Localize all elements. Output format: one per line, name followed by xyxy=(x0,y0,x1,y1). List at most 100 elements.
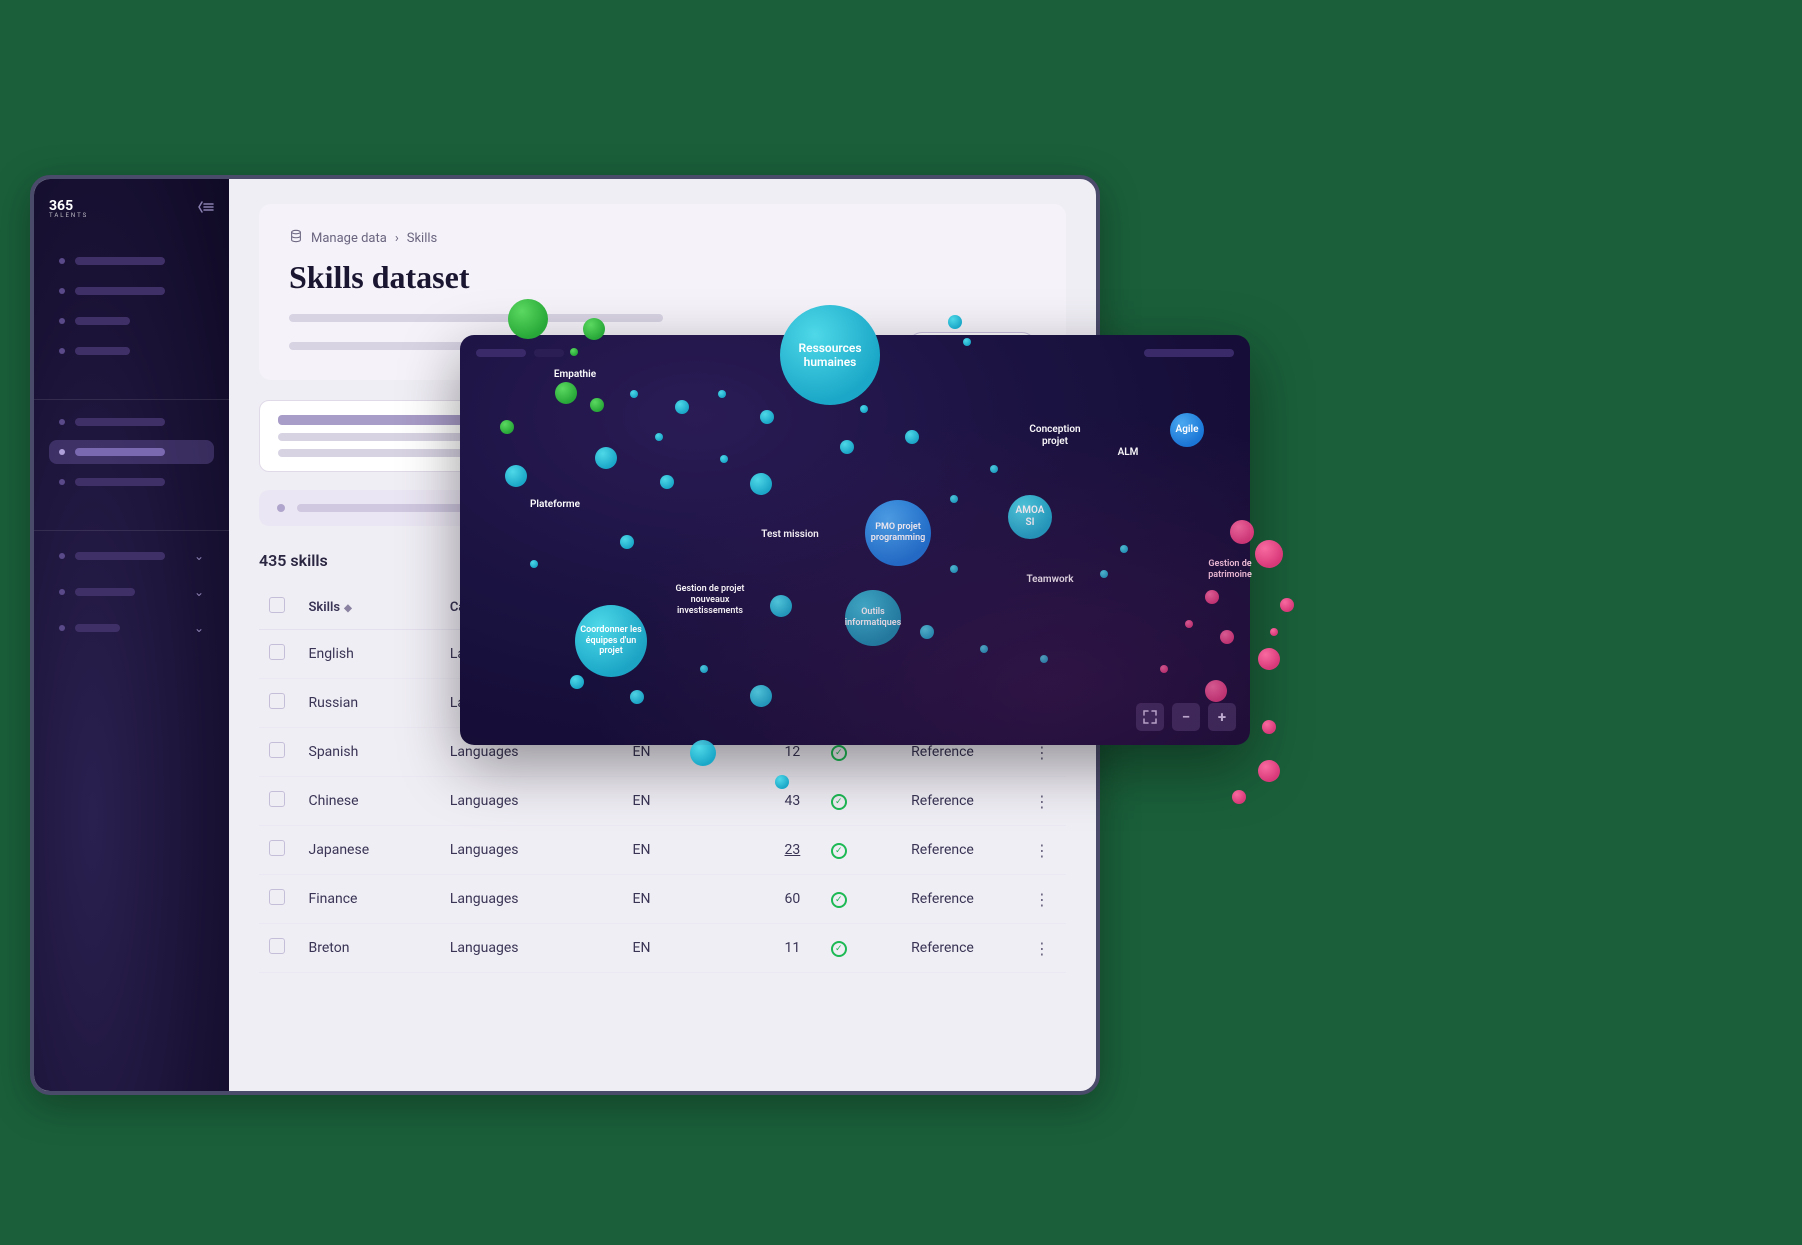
sidebar: 365 TALENTS ⌄ ⌄ ⌄ xyxy=(34,179,229,1091)
row-checkbox[interactable] xyxy=(269,644,285,660)
cell-category: Languages xyxy=(440,924,582,973)
bubble-ressources-humaines[interactable]: Ressources humaines xyxy=(780,305,880,405)
bubble-dot xyxy=(1205,590,1219,604)
bubble-agile[interactable]: Agile xyxy=(1170,413,1204,447)
table-row[interactable]: JapaneseLanguagesEN23✓Reference⋮ xyxy=(259,826,1066,875)
panel-footer: − + xyxy=(1136,703,1236,731)
decorative-bubble xyxy=(1255,540,1283,568)
bubble-dot xyxy=(950,495,958,503)
cell-employees: 43 xyxy=(701,777,811,826)
row-actions-menu[interactable]: ⋮ xyxy=(1034,890,1050,909)
sidebar-item[interactable] xyxy=(49,470,214,494)
bubble-dot xyxy=(980,645,988,653)
check-circle-icon: ✓ xyxy=(831,794,847,810)
label-teamwork: Teamwork xyxy=(1015,570,1085,590)
page-title: Skills dataset xyxy=(289,259,1036,296)
cell-skill: English xyxy=(299,630,440,679)
bubble-dot xyxy=(1220,630,1234,644)
col-header-skills[interactable]: Skills◆ xyxy=(299,585,440,630)
database-icon xyxy=(289,229,303,247)
bubble-dot xyxy=(750,473,772,495)
bubble-dot xyxy=(630,390,638,398)
bubble-dot xyxy=(760,410,774,424)
row-checkbox[interactable] xyxy=(269,693,285,709)
bubble-dot xyxy=(595,447,617,469)
sidebar-item[interactable] xyxy=(49,279,214,303)
cell-lang: EN xyxy=(582,777,701,826)
cell-category: Languages xyxy=(440,777,582,826)
chevron-right-icon: › xyxy=(395,231,399,246)
decorative-bubble xyxy=(508,299,548,339)
sidebar-item-expandable[interactable]: ⌄ xyxy=(49,577,214,607)
bubble-pmo[interactable]: PMO projet programming xyxy=(865,500,931,566)
decorative-bubble xyxy=(963,338,971,346)
row-checkbox[interactable] xyxy=(269,742,285,758)
cell-status: ✓ xyxy=(810,777,867,826)
bubble-dot xyxy=(720,455,728,463)
cell-status: ✓ xyxy=(810,875,867,924)
bubble-dot xyxy=(718,390,726,398)
cell-source: Reference xyxy=(867,777,1017,826)
label-gestion-patrimoine: Gestion de patrimoine xyxy=(1195,555,1265,585)
row-checkbox[interactable] xyxy=(269,840,285,856)
sidebar-item-expandable[interactable]: ⌄ xyxy=(49,541,214,571)
fullscreen-button[interactable] xyxy=(1136,703,1164,731)
bubble-amoa-si[interactable]: AMOA SI xyxy=(1008,495,1052,539)
row-checkbox[interactable] xyxy=(269,889,285,905)
row-actions-menu[interactable]: ⋮ xyxy=(1034,841,1050,860)
cell-source: Reference xyxy=(867,875,1017,924)
decorative-bubble xyxy=(500,420,514,434)
bubble-dot xyxy=(1205,680,1227,702)
table-row[interactable]: FinanceLanguagesEN60✓Reference⋮ xyxy=(259,875,1066,924)
cell-status: ✓ xyxy=(810,924,867,973)
sidebar-item[interactable] xyxy=(49,309,214,333)
row-actions-menu[interactable]: ⋮ xyxy=(1034,939,1050,958)
cell-skill: Breton xyxy=(299,924,440,973)
zoom-out-button[interactable]: − xyxy=(1172,703,1200,731)
cell-source: Reference xyxy=(867,826,1017,875)
bubble-dot xyxy=(750,685,772,707)
decorative-bubble xyxy=(1258,648,1280,670)
sidebar-item-active[interactable] xyxy=(49,440,214,464)
bubble-coordonner[interactable]: Coordonner les équipes d'un projet xyxy=(575,605,647,677)
skills-bubble-panel[interactable]: Ressources humaines Coordonner les équip… xyxy=(460,335,1250,745)
label-alm: ALM xyxy=(1108,443,1148,463)
select-all-checkbox[interactable] xyxy=(269,597,285,613)
info-icon xyxy=(277,504,285,512)
sidebar-collapse-icon[interactable] xyxy=(198,201,214,217)
label-conception-projet: Conception projet xyxy=(1015,420,1095,452)
bubble-outils-info[interactable]: Outils informatiques xyxy=(845,590,901,646)
bubble-dot xyxy=(700,665,708,673)
row-actions-menu[interactable]: ⋮ xyxy=(1034,743,1050,762)
row-actions-menu[interactable]: ⋮ xyxy=(1034,792,1050,811)
row-checkbox[interactable] xyxy=(269,938,285,954)
bubble-dot xyxy=(505,465,527,487)
decorative-bubble xyxy=(590,398,604,412)
bubble-dot xyxy=(840,440,854,454)
label-test-mission: Test mission xyxy=(750,525,830,545)
sort-icon: ◆ xyxy=(344,603,352,614)
sidebar-item-expandable[interactable]: ⌄ xyxy=(49,613,214,643)
cell-status: ✓ xyxy=(810,826,867,875)
table-row[interactable]: ChineseLanguagesEN43 ✓ Reference ⋮ xyxy=(259,777,1066,826)
cell-skill: Chinese xyxy=(299,777,440,826)
cell-lang: EN xyxy=(582,826,701,875)
sidebar-item[interactable] xyxy=(49,410,214,434)
cell-lang: EN xyxy=(582,875,701,924)
table-row[interactable]: BretonLanguagesEN11✓Reference⋮ xyxy=(259,924,1066,973)
decorative-bubble xyxy=(1232,790,1246,804)
bubble-dot xyxy=(1100,570,1108,578)
bubble-dot xyxy=(655,433,663,441)
decorative-bubble xyxy=(1258,760,1280,782)
cell-skill: Spanish xyxy=(299,728,440,777)
bubble-dot xyxy=(530,560,538,568)
row-checkbox[interactable] xyxy=(269,791,285,807)
cell-skill: Japanese xyxy=(299,826,440,875)
sidebar-item[interactable] xyxy=(49,339,214,363)
decorative-bubble xyxy=(1262,720,1276,734)
breadcrumb-root[interactable]: Manage data xyxy=(311,231,387,246)
chevron-down-icon: ⌄ xyxy=(194,585,204,599)
zoom-in-button[interactable]: + xyxy=(1208,703,1236,731)
sidebar-item[interactable] xyxy=(49,249,214,273)
breadcrumb-current: Skills xyxy=(407,231,438,246)
